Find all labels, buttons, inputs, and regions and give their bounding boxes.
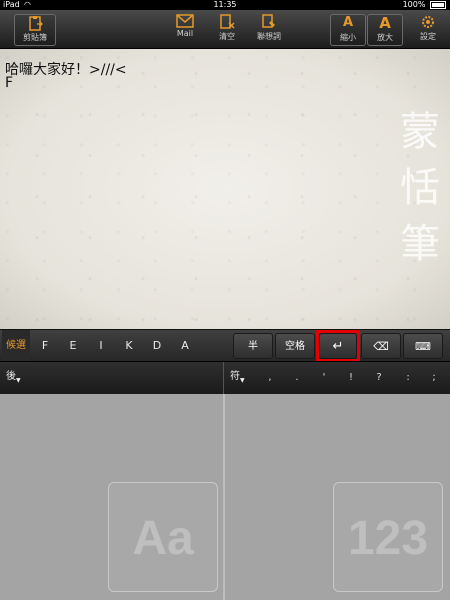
- enlarge-button[interactable]: A 放大: [367, 14, 403, 46]
- text-editor[interactable]: 哈囉大家好！>///< F 蒙 恬 筆: [0, 49, 450, 329]
- punctuation-key[interactable]: :: [402, 362, 414, 394]
- candidate-bar: 候選 F E I K D A 半 空格 ↵ ⌫ ⌨: [0, 329, 450, 362]
- mail-label: Mail: [176, 29, 194, 38]
- punctuation-key[interactable]: !: [345, 362, 357, 394]
- punctuation-key[interactable]: ?: [373, 362, 385, 394]
- enlarge-label: 放大: [377, 33, 393, 42]
- highlight-box: [316, 330, 360, 362]
- editor-line-2: F: [5, 75, 14, 91]
- backspace-key[interactable]: ⌫: [361, 333, 401, 359]
- alpha-mode-label: Aa: [132, 512, 194, 565]
- candidate-item[interactable]: I: [94, 330, 108, 362]
- candidate-item[interactable]: A: [178, 330, 192, 362]
- mail-button[interactable]: Mail: [170, 14, 200, 44]
- battery-percent: 100%: [402, 0, 426, 9]
- shrink-label: 縮小: [340, 33, 356, 42]
- battery-indicator: 100%: [403, 0, 446, 10]
- clipboard-button[interactable]: 剪貼簿: [14, 14, 56, 46]
- font-small-icon: A: [342, 15, 354, 30]
- back-menu[interactable]: 後▼: [6, 362, 21, 394]
- battery-icon: [430, 0, 446, 9]
- candidate-item[interactable]: K: [122, 330, 136, 362]
- punctuation-key[interactable]: ,: [264, 362, 276, 394]
- symbol-menu-label: 符: [230, 371, 240, 382]
- clear-document-icon: [220, 14, 235, 29]
- punctuation-key[interactable]: .: [291, 362, 303, 394]
- space-key[interactable]: 空格: [275, 333, 315, 359]
- half-width-key[interactable]: 半: [233, 333, 273, 359]
- clipboard-icon: [29, 16, 43, 31]
- numeric-mode-button[interactable]: 123: [333, 482, 443, 592]
- status-bar: iPad ◠ 11:35 100%: [0, 0, 450, 10]
- gear-icon: [422, 16, 434, 28]
- punctuation-key[interactable]: ;: [428, 362, 440, 394]
- watermark-char: 恬: [400, 165, 440, 211]
- handwriting-pad-right[interactable]: 123: [225, 394, 450, 600]
- candidate-item[interactable]: E: [66, 330, 80, 362]
- phrase-button[interactable]: 聯想詞: [252, 14, 286, 44]
- mail-icon: [176, 14, 194, 28]
- punctuation-key[interactable]: ': [318, 362, 330, 394]
- candidate-item[interactable]: D: [150, 330, 164, 362]
- alpha-mode-button[interactable]: Aa: [108, 482, 218, 592]
- watermark-char: 筆: [400, 221, 440, 267]
- candidate-item[interactable]: F: [38, 330, 52, 362]
- settings-button[interactable]: 設定: [414, 14, 442, 44]
- settings-label: 設定: [420, 32, 436, 41]
- brand-watermark: 蒙 恬 筆: [400, 104, 440, 272]
- dropdown-arrow-icon: ▼: [240, 377, 245, 384]
- clear-label: 清空: [219, 32, 235, 41]
- punctuation-bar: 後▼ 符▼ , . ' ! ? : ;: [0, 361, 450, 395]
- handwriting-pad-left[interactable]: Aa: [0, 394, 223, 600]
- clipboard-label: 剪貼簿: [23, 33, 47, 42]
- phrase-icon: [262, 14, 275, 28]
- clock: 11:35: [213, 0, 237, 9]
- numeric-mode-label: 123: [347, 512, 429, 565]
- back-menu-label: 後: [6, 371, 16, 382]
- font-large-icon: A: [379, 14, 391, 32]
- divider: [223, 362, 224, 394]
- clear-button[interactable]: 清空: [212, 14, 242, 44]
- toolbar: 剪貼簿 Mail 清空 聯想詞 A 縮小 A 放大 設定: [0, 10, 450, 49]
- symbol-menu[interactable]: 符▼: [230, 362, 245, 394]
- shrink-button[interactable]: A 縮小: [330, 14, 366, 46]
- watermark-char: 蒙: [400, 109, 440, 155]
- dropdown-arrow-icon: ▼: [16, 377, 21, 384]
- editor-line-1: 哈囉大家好！>///<: [5, 62, 127, 78]
- candidate-label: 候選: [2, 330, 30, 362]
- phrase-label: 聯想詞: [257, 32, 281, 41]
- hide-keyboard-key[interactable]: ⌨: [403, 333, 443, 359]
